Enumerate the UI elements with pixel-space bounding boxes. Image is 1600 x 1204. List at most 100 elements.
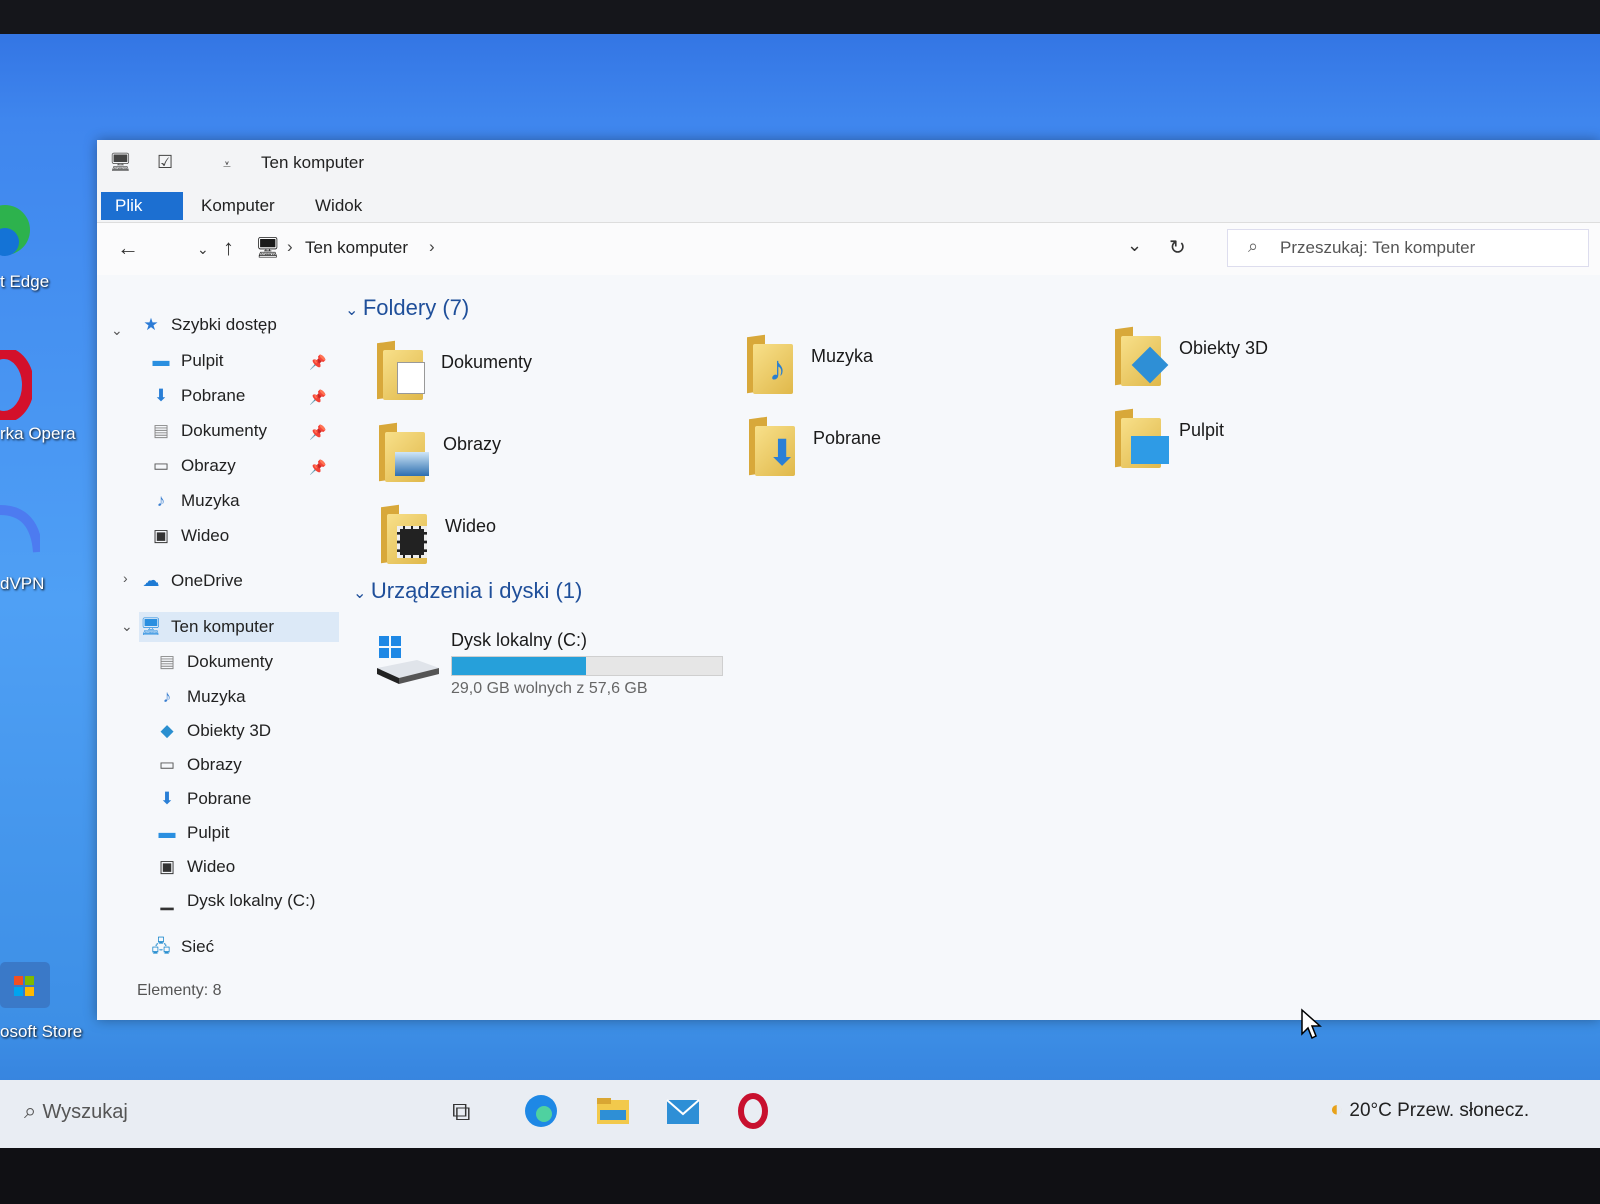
- mail-icon[interactable]: [664, 1092, 702, 1130]
- folder-name: Pobrane: [813, 428, 882, 448]
- nav-quick-dokumenty[interactable]: ▤ Dokumenty: [149, 416, 267, 446]
- nav-quick-muzyka[interactable]: ♪ Muzyka: [149, 486, 240, 516]
- file-explorer-icon[interactable]: [594, 1092, 632, 1130]
- pictures-icon: ▭: [152, 456, 170, 475]
- mouse-cursor-icon: [1301, 1008, 1322, 1040]
- desktop-icon-edge[interactable]: t Edge: [0, 200, 90, 300]
- nav-pc-local-disk[interactable]: ▁ Dysk lokalny (C:): [155, 886, 315, 916]
- devices-group-header[interactable]: ⌄ Urządzenia i dyski (1): [353, 578, 582, 604]
- back-arrow-icon[interactable]: ←: [117, 235, 139, 261]
- folders-group-header[interactable]: ⌄ Foldery (7): [345, 295, 469, 321]
- folder-wideo[interactable]: Wideo: [381, 502, 721, 582]
- desktop-icon-store[interactable]: osoft Store: [0, 960, 90, 1050]
- refresh-icon[interactable]: ↻: [1169, 235, 1186, 260]
- drive-free-space: 29,0 GB wolnych z 57,6 GB: [451, 680, 648, 697]
- nav-quick-access[interactable]: ★ Szybki dostęp: [139, 310, 277, 340]
- nav-pc-muzyka[interactable]: ♪ Muzyka: [155, 682, 246, 712]
- drive-local-c[interactable]: Dysk lokalny (C:) 29,0 GB wolnych z 57,6…: [377, 630, 797, 710]
- desktop-icon-vpn[interactable]: dVPN: [0, 500, 90, 600]
- nav-label: Wideo: [187, 857, 236, 876]
- folder-muzyka[interactable]: ♪ Muzyka: [747, 332, 1087, 412]
- nav-label: Wideo: [181, 526, 230, 545]
- opera-icon[interactable]: [734, 1092, 772, 1130]
- drive-icon: ▁: [160, 891, 174, 910]
- pin-icon[interactable]: 📌: [309, 354, 326, 371]
- title-bar: 🖥 ☑ ⩡ Ten komputer: [97, 140, 1600, 186]
- nav-quick-pulpit[interactable]: ▬ Pulpit: [149, 346, 224, 376]
- search-input[interactable]: ⌕ Przeszukaj: Ten komputer: [1227, 229, 1589, 267]
- desktop-icon-opera[interactable]: rka Opera: [0, 350, 90, 450]
- address-field[interactable]: 🖥 › Ten komputer › ⌄ ↻: [249, 231, 1289, 265]
- customize-quick-access-icon[interactable]: ⩡: [223, 156, 231, 173]
- file-explorer-window: 🖥 ☑ ⩡ Ten komputer Plik Komputer Widok ←…: [97, 140, 1600, 1020]
- task-view-icon[interactable]: ⧉: [452, 1096, 471, 1128]
- nav-pc-dokumenty[interactable]: ▤ Dokumenty: [155, 647, 273, 677]
- store-icon: [0, 962, 50, 1008]
- nav-label: Sieć: [181, 937, 215, 956]
- folder-name: Pulpit: [1179, 420, 1225, 440]
- taskbar-search[interactable]: ⌕ Wyszukaj: [24, 1098, 128, 1124]
- tab-komputer[interactable]: Komputer: [187, 192, 289, 220]
- breadcrumb[interactable]: Ten komputer: [305, 238, 408, 258]
- nav-label: Pulpit: [187, 823, 230, 842]
- tab-plik[interactable]: Plik: [101, 192, 183, 220]
- nav-label: Szybki dostęp: [171, 315, 277, 334]
- folder-pulpit[interactable]: Pulpit: [1115, 406, 1455, 486]
- nav-quick-obrazy[interactable]: ▭ Obrazy: [149, 451, 236, 481]
- edge-icon: [0, 205, 30, 256]
- download-arrow-icon: ⬇: [153, 386, 169, 405]
- nav-label: Dysk lokalny (C:): [187, 891, 316, 910]
- weather-text: 20°C Przew. słonecz.: [1349, 1100, 1530, 1121]
- pin-icon[interactable]: 📌: [309, 424, 326, 441]
- nav-label: Obrazy: [187, 755, 242, 774]
- chevron-down-icon[interactable]: ⌄: [121, 618, 133, 635]
- document-icon: ▤: [152, 421, 170, 440]
- nav-label: Dokumenty: [187, 652, 273, 671]
- address-dropdown-icon[interactable]: ⌄: [1127, 235, 1142, 256]
- up-arrow-icon[interactable]: ↑: [223, 235, 234, 261]
- pin-icon[interactable]: 📌: [309, 389, 326, 406]
- status-bar: Elementy: 8: [137, 982, 222, 999]
- 3d-objects-folder-icon: [1115, 324, 1171, 390]
- nav-network[interactable]: 🖧 Sieć: [149, 932, 215, 962]
- nav-onedrive[interactable]: ☁ OneDrive: [139, 566, 243, 596]
- chevron-down-icon[interactable]: ⌄: [111, 322, 123, 339]
- nav-this-pc[interactable]: 🖥 Ten komputer: [139, 612, 339, 642]
- nav-pc-pulpit[interactable]: ▬ Pulpit: [155, 818, 230, 848]
- chevron-right-icon[interactable]: ›: [123, 570, 128, 586]
- breadcrumb-separator-icon: ›: [287, 237, 293, 256]
- weather-sun-icon: ◐: [1330, 1096, 1350, 1121]
- folder-name: Muzyka: [811, 346, 874, 366]
- taskbar: ⌕ Wyszukaj ⧉ ◐ 20°C Przew. słonecz.: [0, 1080, 1600, 1148]
- weather-widget[interactable]: ◐ 20°C Przew. słonecz.: [1330, 1096, 1529, 1122]
- nav-pc-pobrane[interactable]: ⬇ Pobrane: [155, 784, 251, 814]
- folder-obiekty-3d[interactable]: Obiekty 3D: [1115, 324, 1455, 404]
- nav-label: Obiekty 3D: [187, 721, 272, 740]
- tab-widok[interactable]: Widok: [301, 192, 376, 220]
- monitor-bezel-top: [0, 0, 1600, 34]
- nav-quick-wideo[interactable]: ▣ Wideo: [149, 521, 229, 551]
- recent-locations-chevron-icon[interactable]: ⌄: [197, 241, 209, 258]
- nav-pc-obrazy[interactable]: ▭ Obrazy: [155, 750, 242, 780]
- cube-3d-icon: ◆: [160, 721, 174, 740]
- desktop-icon-label: t Edge: [0, 272, 50, 291]
- desktop-icon-label: osoft Store: [0, 1022, 83, 1041]
- breadcrumb-chevron-icon[interactable]: ›: [429, 237, 435, 257]
- folder-dokumenty[interactable]: Dokumenty: [377, 338, 717, 418]
- properties-icon[interactable]: ☑: [157, 152, 173, 173]
- folder-obrazy[interactable]: Obrazy: [379, 420, 719, 500]
- navigation-pane: ⌄ ★ Szybki dostęp ▬ Pulpit 📌 ⬇ Pobrane 📌 ▤ D…: [97, 280, 347, 970]
- chevron-down-icon: ⌄: [345, 302, 363, 319]
- nav-quick-pobrane[interactable]: ⬇ Pobrane: [149, 381, 245, 411]
- group-title: Urządzenia i dyski (1): [370, 578, 583, 603]
- edge-icon[interactable]: [522, 1092, 560, 1130]
- nav-pc-wideo[interactable]: ▣ Wideo: [155, 852, 235, 882]
- folder-pobrane[interactable]: ⬇ Pobrane: [749, 414, 1089, 494]
- nav-label: Pulpit: [181, 351, 224, 370]
- ribbon-tabs: Plik Komputer Widok: [97, 186, 1600, 223]
- video-icon: ▣: [152, 526, 170, 545]
- cloud-icon: ☁: [142, 571, 160, 590]
- nav-pc-obiekty-3d[interactable]: ◆ Obiekty 3D: [155, 716, 271, 746]
- nav-label: Pobrane: [187, 789, 252, 808]
- pin-icon[interactable]: 📌: [309, 459, 326, 476]
